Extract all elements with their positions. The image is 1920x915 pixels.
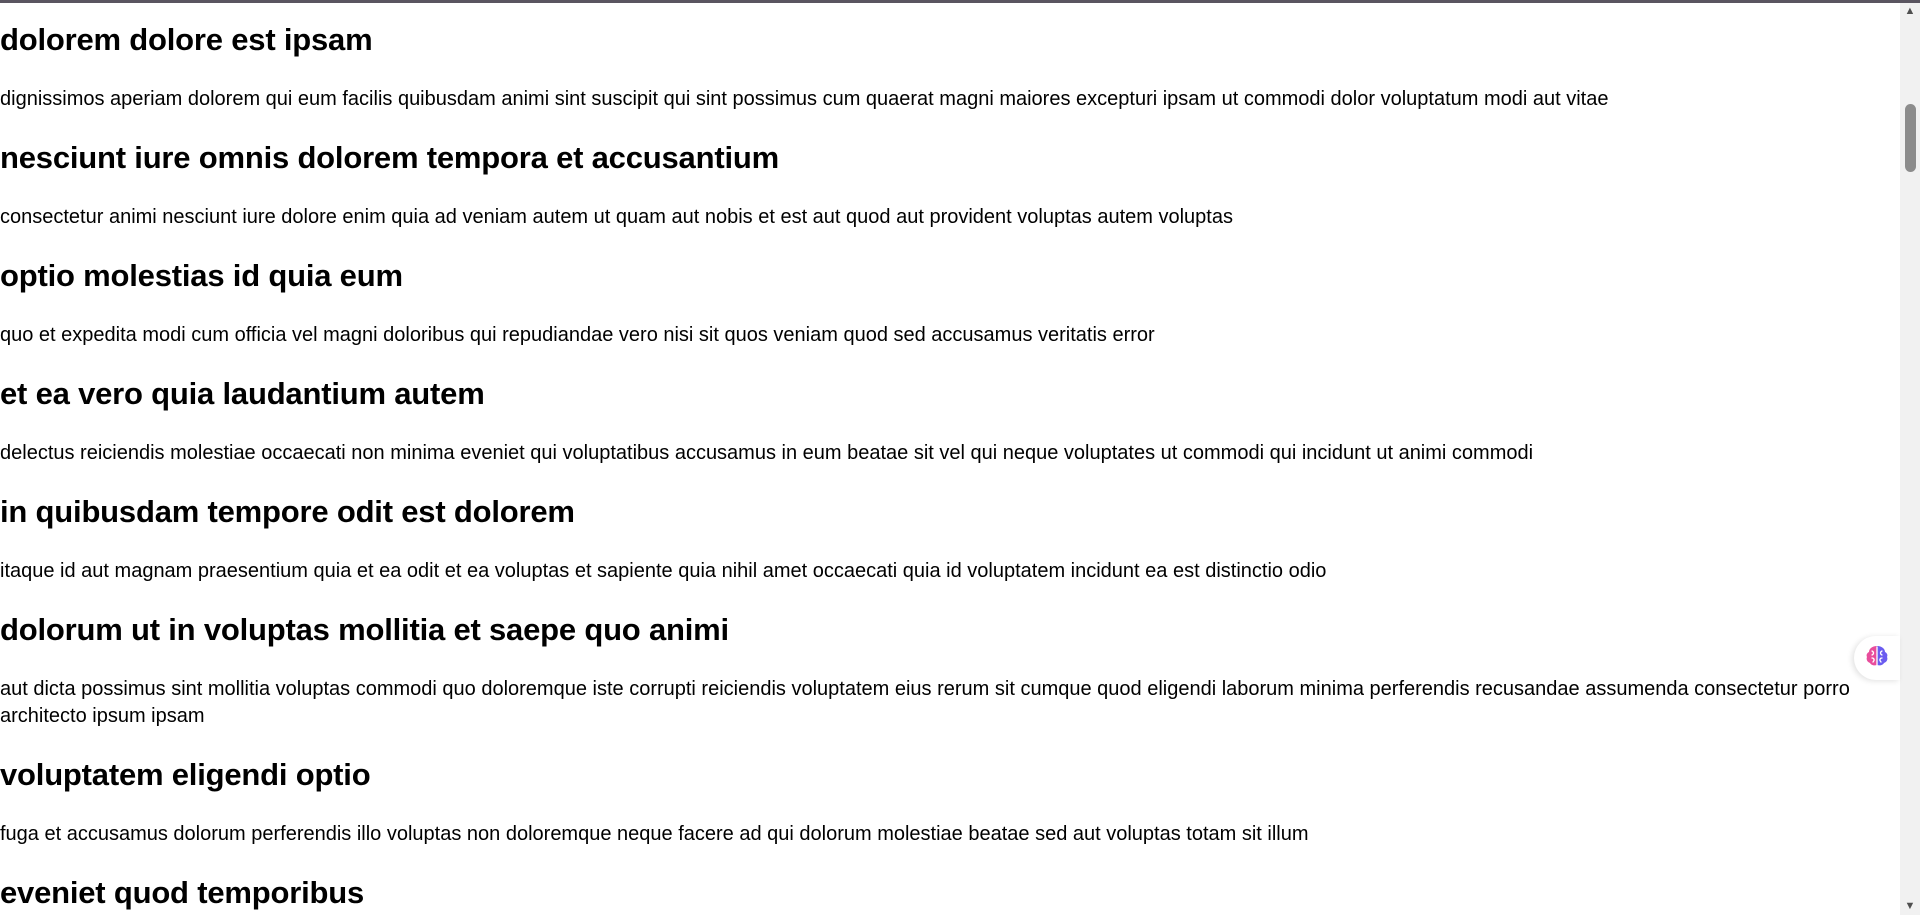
post-body: quo et expedita modi cum officia vel mag… <box>0 324 1155 346</box>
post-section: in quibusdam tempore odit est dolorem it… <box>0 493 1900 585</box>
brain-icon <box>1864 643 1890 674</box>
post-section: dolorem dolore est ipsam dignissimos ape… <box>0 21 1900 113</box>
assistant-widget-button[interactable] <box>1854 636 1900 680</box>
post-title: nesciunt iure omnis dolorem tempora et a… <box>0 140 779 175</box>
post-title: eveniet quod temporibus <box>0 875 364 910</box>
post-title: et ea vero quia laudantium autem <box>0 376 485 411</box>
scroll-up-arrow-icon[interactable]: ▲ <box>1900 3 1920 20</box>
post-body: dignissimos aperiam dolorem qui eum faci… <box>0 88 1609 110</box>
post-section: et ea vero quia laudantium autem delectu… <box>0 375 1900 467</box>
page-content: dolorem dolore est ipsam dignissimos ape… <box>0 3 1900 915</box>
post-body: aut dicta possimus sint mollitia volupta… <box>0 678 1850 727</box>
post-body: delectus reiciendis molestiae occaecati … <box>0 442 1534 464</box>
post-section: optio molestias id quia eum quo et exped… <box>0 257 1900 349</box>
post-title: voluptatem eligendi optio <box>0 757 371 792</box>
vertical-scrollbar[interactable]: ▲ ▼ <box>1900 3 1920 915</box>
post-title: dolorum ut in voluptas mollitia et saepe… <box>0 612 729 647</box>
scroll-down-arrow-icon[interactable]: ▼ <box>1900 898 1920 915</box>
post-title: optio molestias id quia eum <box>0 258 403 293</box>
post-body: consectetur animi nesciunt iure dolore e… <box>0 206 1233 228</box>
post-section: dolorum ut in voluptas mollitia et saepe… <box>0 611 1900 730</box>
post-body: fuga et accusamus dolorum perferendis il… <box>0 823 1309 845</box>
scrollbar-thumb[interactable] <box>1905 104 1916 172</box>
post-section: eveniet quod temporibus <box>0 874 1900 912</box>
post-body: itaque id aut magnam praesentium quia et… <box>0 560 1327 582</box>
post-section: voluptatem eligendi optio fuga et accusa… <box>0 756 1900 848</box>
post-title: in quibusdam tempore odit est dolorem <box>0 494 575 529</box>
post-title: dolorem dolore est ipsam <box>0 22 373 57</box>
post-section: nesciunt iure omnis dolorem tempora et a… <box>0 139 1900 231</box>
